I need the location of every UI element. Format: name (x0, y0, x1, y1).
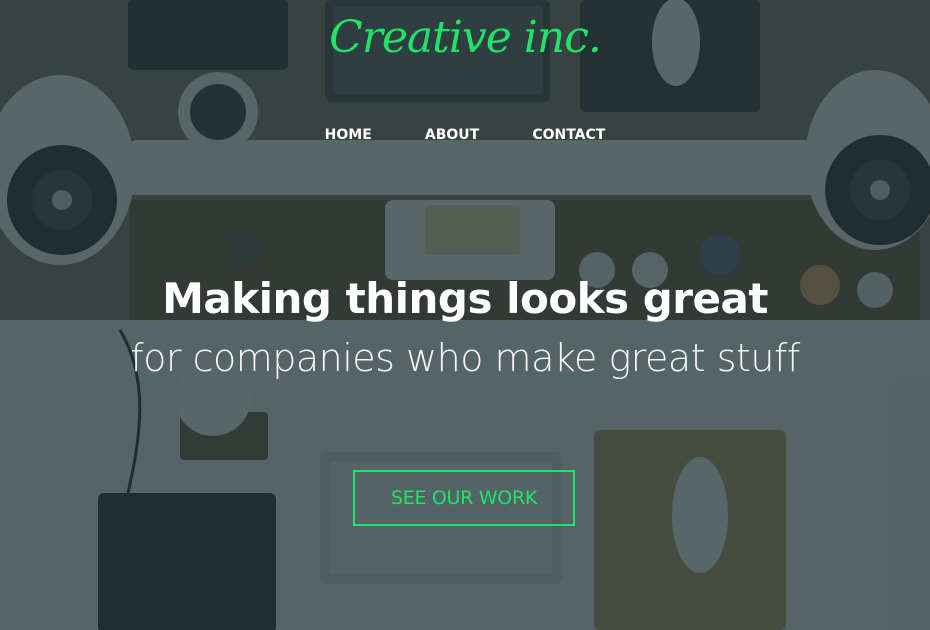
main-nav: HOME ABOUT CONTACT (0, 124, 930, 143)
brand-logo[interactable]: Creative inc. (0, 12, 930, 63)
nav-item-home[interactable]: HOME (325, 127, 372, 143)
nav-item-about[interactable]: ABOUT (425, 127, 479, 143)
hero-subheadline: for companies who make great stuff (130, 336, 800, 380)
see-our-work-button[interactable]: SEE OUR WORK (353, 470, 575, 526)
hero-headline: Making things looks great (162, 274, 768, 323)
nav-item-contact[interactable]: CONTACT (532, 127, 605, 143)
hero-section: Creative inc. HOME ABOUT CONTACT Making … (0, 0, 930, 630)
